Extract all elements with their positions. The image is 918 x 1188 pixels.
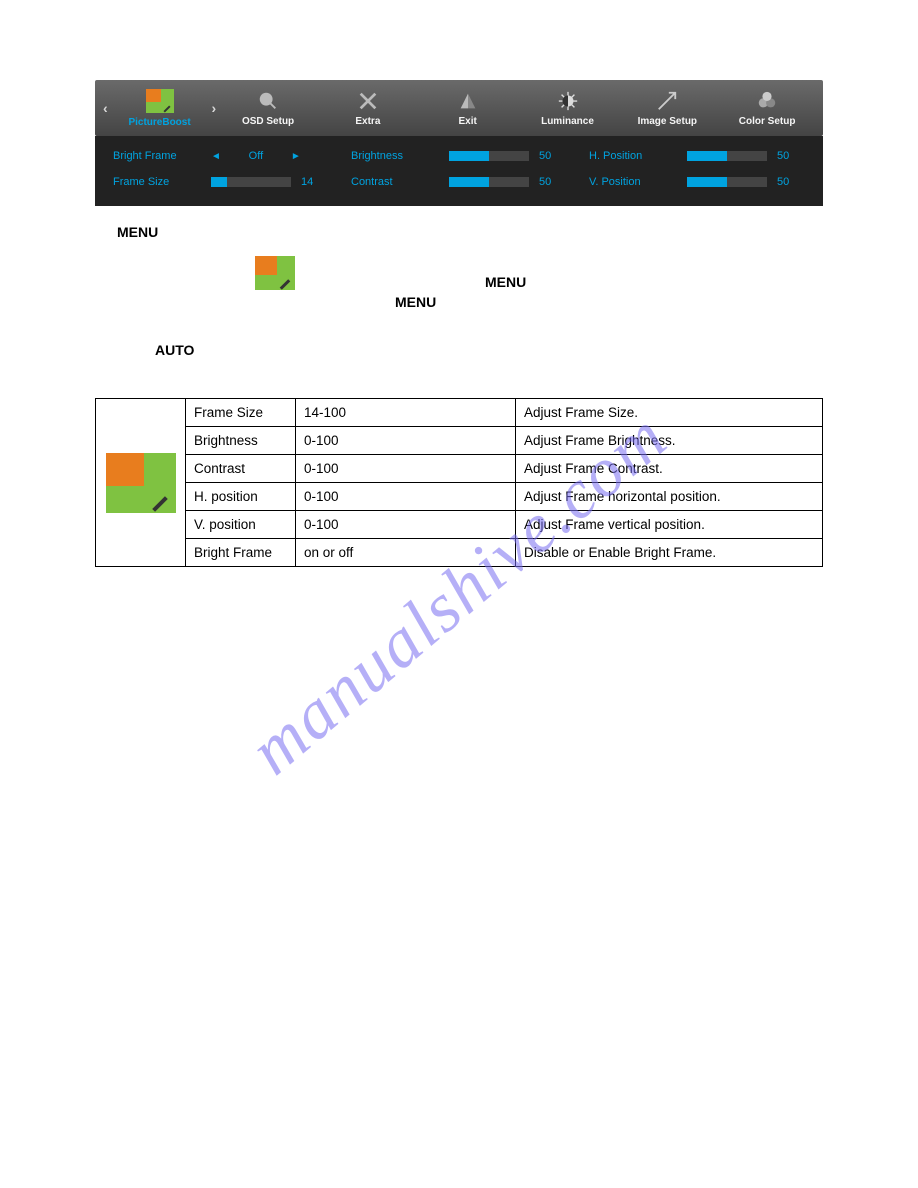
setting-value: 50 <box>777 150 807 162</box>
setting-label: Contrast <box>351 176 439 188</box>
setting-frame-size[interactable]: Frame Size 14 <box>113 176 331 188</box>
tab-label: OSD Setup <box>242 116 294 127</box>
slider[interactable] <box>211 177 291 187</box>
tab-color-setup[interactable]: Color Setup <box>717 90 817 127</box>
tab-image-setup[interactable]: Image Setup <box>617 90 717 127</box>
menu-text: MENU <box>395 294 823 310</box>
tab-label: Extra <box>355 116 380 127</box>
table-cell: Adjust Frame Contrast. <box>516 455 823 483</box>
table-cell: V. position <box>186 511 296 539</box>
tab-label: Luminance <box>541 116 594 127</box>
table-cell: 0-100 <box>296 455 516 483</box>
table-cell: Adjust Frame vertical position. <box>516 511 823 539</box>
setting-label: Frame Size <box>113 176 201 188</box>
table-cell: H. position <box>186 483 296 511</box>
pictureboost-icon <box>255 256 295 290</box>
menu-text: MENU <box>485 274 526 290</box>
tab-extra[interactable]: Extra <box>318 90 418 127</box>
tab-luminance[interactable]: Luminance <box>518 90 618 127</box>
spec-table: Frame Size 14-100 Adjust Frame Size. Bri… <box>95 398 823 567</box>
color-setup-icon <box>756 90 778 112</box>
table-row: V. position 0-100 Adjust Frame vertical … <box>96 511 823 539</box>
setting-brightness[interactable]: Brightness 50 <box>351 150 569 162</box>
setting-v-position[interactable]: V. Position 50 <box>589 176 807 188</box>
table-row: Brightness 0-100 Adjust Frame Brightness… <box>96 427 823 455</box>
image-setup-icon <box>656 90 678 112</box>
table-cell: on or off <box>296 539 516 567</box>
auto-text: AUTO <box>155 342 823 358</box>
exit-icon <box>457 90 479 112</box>
slider[interactable] <box>687 151 767 161</box>
slider[interactable] <box>449 151 529 161</box>
setting-value: 14 <box>301 176 331 188</box>
extra-icon <box>357 90 379 112</box>
table-row: H. position 0-100 Adjust Frame horizonta… <box>96 483 823 511</box>
table-row: Contrast 0-100 Adjust Frame Contrast. <box>96 455 823 483</box>
table-cell: Adjust Frame Brightness. <box>516 427 823 455</box>
setting-label: Brightness <box>351 150 439 162</box>
table-cell: 0-100 <box>296 427 516 455</box>
pictureboost-icon <box>146 89 174 113</box>
table-row: Frame Size 14-100 Adjust Frame Size. <box>96 399 823 427</box>
tab-osd-setup[interactable]: OSD Setup <box>218 90 318 127</box>
table-row: Bright Frame on or off Disable or Enable… <box>96 539 823 567</box>
chevron-left-icon[interactable]: ◄ <box>211 151 221 162</box>
osd-setup-icon <box>257 90 279 112</box>
nav-right-arrow[interactable]: › <box>209 100 218 116</box>
setting-label: V. Position <box>589 176 677 188</box>
luminance-icon <box>557 90 579 112</box>
table-cell: Contrast <box>186 455 296 483</box>
tab-label: Image Setup <box>638 116 697 127</box>
setting-bright-frame[interactable]: Bright Frame ◄ Off ► <box>113 150 331 162</box>
setting-value: Off <box>231 150 281 162</box>
table-cell: Disable or Enable Bright Frame. <box>516 539 823 567</box>
tab-label: PictureBoost <box>128 117 190 128</box>
tab-label: Exit <box>459 116 477 127</box>
nav-left-arrow[interactable]: ‹ <box>101 100 110 116</box>
table-cell: Brightness <box>186 427 296 455</box>
tab-label: Color Setup <box>739 116 796 127</box>
setting-value: 50 <box>777 176 807 188</box>
table-cell: Adjust Frame Size. <box>516 399 823 427</box>
setting-value: 50 <box>539 150 569 162</box>
table-cell: Adjust Frame horizontal position. <box>516 483 823 511</box>
slider[interactable] <box>687 177 767 187</box>
table-icon-cell <box>96 399 186 567</box>
chevron-right-icon[interactable]: ► <box>291 151 301 162</box>
setting-value: 50 <box>539 176 569 188</box>
osd-settings-panel: Bright Frame ◄ Off ► Brightness 50 H. Po… <box>95 136 823 206</box>
slider[interactable] <box>449 177 529 187</box>
tab-exit[interactable]: Exit <box>418 90 518 127</box>
instruction-text: MENU MENU MENU AUTO <box>95 206 823 358</box>
table-cell: Frame Size <box>186 399 296 427</box>
table-cell: Bright Frame <box>186 539 296 567</box>
pictureboost-icon <box>106 453 176 513</box>
menu-text: MENU <box>117 224 823 240</box>
tab-pictureboost[interactable]: PictureBoost <box>110 89 210 128</box>
table-cell: 14-100 <box>296 399 516 427</box>
table-cell: 0-100 <box>296 483 516 511</box>
setting-label: Bright Frame <box>113 150 201 162</box>
table-cell: 0-100 <box>296 511 516 539</box>
osd-tab-bar: ‹ PictureBoost › OSD Setup Extra Exit <box>95 80 823 136</box>
setting-h-position[interactable]: H. Position 50 <box>589 150 807 162</box>
setting-label: H. Position <box>589 150 677 162</box>
setting-contrast[interactable]: Contrast 50 <box>351 176 569 188</box>
